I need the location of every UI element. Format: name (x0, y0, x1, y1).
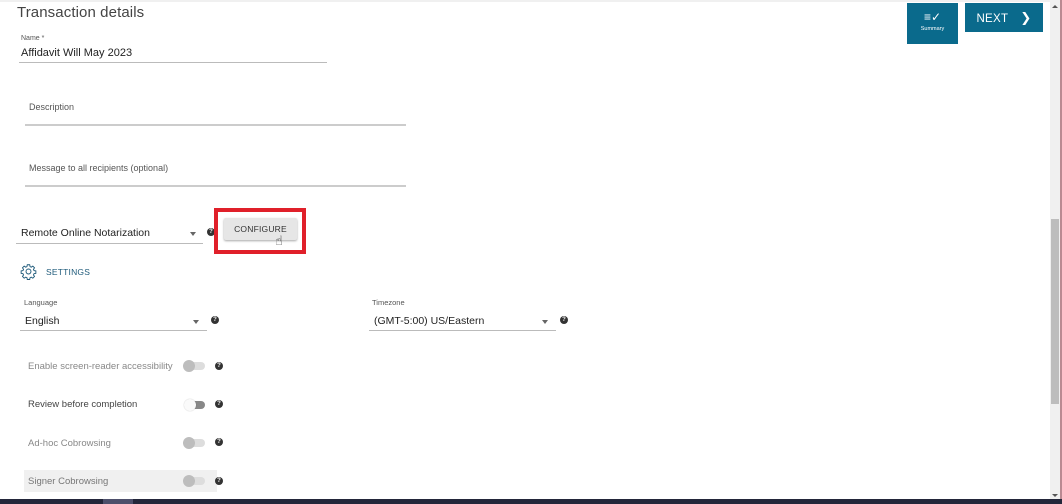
chevron-down-icon[interactable] (542, 320, 548, 324)
screen-reader-label: Enable screen-reader accessibility (28, 361, 173, 372)
help-icon[interactable]: ? (560, 316, 568, 324)
chevron-down-icon[interactable] (190, 232, 196, 236)
chevron-down-icon[interactable] (193, 320, 199, 324)
summary-label: Summary (920, 26, 945, 32)
review-label: Review before completion (28, 399, 138, 410)
name-label: Name * (21, 35, 45, 42)
next-label: NEXT (976, 13, 1009, 25)
timezone-label: Timezone (372, 298, 405, 307)
settings-toggle[interactable]: SETTINGS (20, 263, 90, 280)
signer-cobrowsing-label: Signer Cobrowsing (28, 476, 109, 487)
description-underline (25, 124, 406, 126)
description-input[interactable]: Description (29, 102, 74, 112)
help-icon[interactable]: ? (211, 316, 219, 324)
screen-reader-toggle[interactable] (183, 360, 207, 372)
help-icon[interactable]: ? (215, 438, 223, 446)
gear-icon (20, 264, 37, 280)
help-icon[interactable]: ? (215, 477, 223, 485)
settings-label: SETTINGS (46, 266, 91, 277)
message-input[interactable]: Message to all recipients (optional) (29, 163, 168, 173)
scroll-up-arrow-icon[interactable] (1052, 5, 1058, 8)
configure-button[interactable]: CONFIGURE (224, 218, 297, 240)
review-toggle[interactable] (184, 399, 208, 411)
timezone-underline (369, 330, 556, 331)
timezone-select[interactable]: (GMT-5:00) US/Eastern (374, 315, 484, 327)
signer-cobrowsing-toggle[interactable] (183, 475, 207, 487)
message-underline (25, 185, 406, 187)
taskbar-item[interactable] (103, 499, 133, 504)
help-icon[interactable]: ? (215, 400, 223, 408)
vertical-scrollbar[interactable] (1050, 0, 1060, 500)
checklist-icon: ≡✓ (923, 10, 942, 24)
adhoc-cobrowsing-label: Ad-hoc Cobrowsing (28, 438, 111, 449)
adhoc-cobrowsing-toggle[interactable] (183, 437, 207, 449)
language-label: Language (24, 298, 58, 307)
chevron-right-icon: ❯ (1020, 10, 1032, 25)
taskbar (0, 499, 1062, 504)
name-input[interactable]: Affidavit Will May 2023 (21, 47, 132, 59)
name-underline (19, 62, 327, 63)
scroll-down-arrow-icon[interactable] (1052, 494, 1058, 497)
next-button[interactable]: NEXT ❯ (965, 3, 1043, 32)
summary-button[interactable]: ≡✓ Summary (907, 3, 958, 44)
hand-pointer-cursor-icon: ☝ (275, 233, 283, 248)
language-select[interactable]: English (25, 315, 59, 327)
page-title: Transaction details (17, 4, 145, 21)
scrollbar-thumb[interactable] (1051, 219, 1059, 404)
transaction-type-underline (16, 243, 203, 244)
top-border (0, 0, 1050, 2)
help-icon[interactable]: ? (215, 362, 223, 370)
transaction-type-select[interactable]: Remote Online Notarization (21, 227, 150, 239)
language-underline (20, 330, 207, 331)
